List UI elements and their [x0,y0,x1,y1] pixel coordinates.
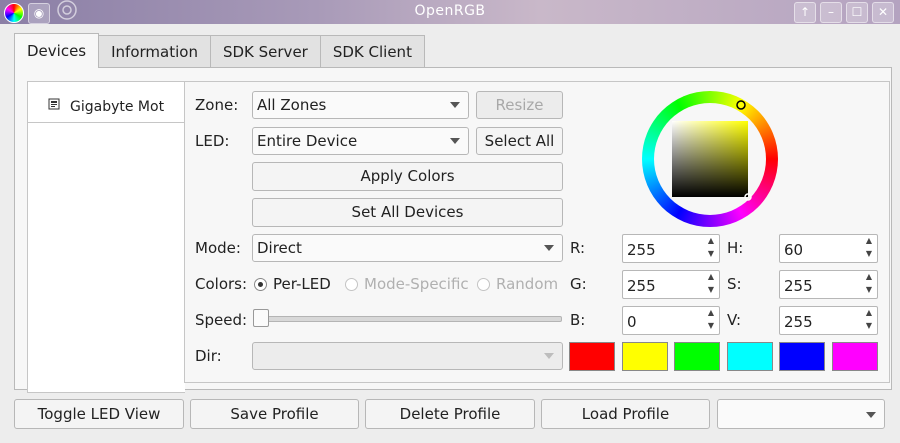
resize-button[interactable]: Resize [476,91,563,119]
color-wheel[interactable] [640,89,780,229]
chevron-down-icon [544,245,554,251]
spin-down-icon[interactable]: ▼ [704,285,718,297]
swatch-cyan[interactable] [726,342,773,371]
mode-value: Direct [257,239,302,257]
tab-sdk-client[interactable]: SDK Client [319,35,425,68]
spin-down-icon[interactable]: ▼ [862,321,876,333]
chevron-down-icon [544,353,554,359]
chevron-down-icon [450,102,460,108]
set-all-devices-button[interactable]: Set All Devices [252,198,563,227]
apply-colors-button[interactable]: Apply Colors [252,162,563,191]
spin-down-icon[interactable]: ▼ [862,285,876,297]
chevron-down-icon [866,412,876,418]
toggle-led-view-button[interactable]: Toggle LED View [14,399,184,429]
radio-label: Per-LED [273,275,331,293]
radio-indicator [345,277,358,291]
value-value: 255 [784,313,813,331]
blue-value: 0 [627,313,637,331]
speed-label: Speed: [195,311,248,329]
color-wheel-graphic [642,91,778,227]
save-profile-button[interactable]: Save Profile [190,399,359,429]
tab-information[interactable]: Information [98,35,211,68]
device-list: Gigabyte Mot [27,81,185,393]
swatch-blue[interactable] [779,342,826,371]
title-bar: ◉ OpenRGB ↑ – ☐ ✕ [0,0,900,24]
direction-combo[interactable] [252,342,563,370]
r-label: R: [570,239,586,257]
motherboard-icon [48,98,60,110]
red-spinbox[interactable]: 255 ▲ ▼ [622,234,720,263]
spin-up-icon[interactable]: ▲ [862,236,876,248]
radio-indicator [477,277,490,291]
keep-above-button[interactable]: ↑ [794,2,816,23]
mode-label: Mode: [195,239,241,257]
green-value: 255 [627,277,656,295]
device-controls: Zone: All Zones Resize LED: Entire Devic… [184,81,890,383]
spin-up-icon[interactable]: ▲ [862,272,876,284]
spin-up-icon[interactable]: ▲ [862,308,876,320]
radio-indicator [254,277,267,291]
profile-combo[interactable] [717,399,885,429]
speed-slider[interactable] [255,316,562,322]
chevron-down-icon [450,138,460,144]
spin-up-icon[interactable]: ▲ [704,236,718,248]
radio-random[interactable]: Random [477,275,558,293]
swatch-green[interactable] [674,342,721,371]
b-label: B: [570,311,586,329]
spin-up-icon[interactable]: ▲ [704,308,718,320]
load-profile-button[interactable]: Load Profile [541,399,710,429]
green-spinbox[interactable]: 255 ▲ ▼ [622,270,720,299]
zone-value: All Zones [257,96,327,114]
h-label: H: [727,239,744,257]
s-label: S: [727,275,742,293]
radio-per-led[interactable]: Per-LED [254,275,331,293]
v-label: V: [727,311,742,329]
dir-label: Dir: [195,347,222,365]
spin-down-icon[interactable]: ▼ [704,249,718,261]
led-value: Entire Device [257,132,358,150]
zone-label: Zone: [195,96,239,114]
led-label: LED: [195,132,230,150]
swatch-yellow[interactable] [621,342,668,371]
select-all-button[interactable]: Select All [476,127,563,155]
close-button[interactable]: ✕ [872,2,894,23]
radio-label: Mode-Specific [364,275,469,293]
maximize-button[interactable]: ☐ [846,2,868,23]
hue-value: 60 [784,241,804,259]
radio-mode-specific[interactable]: Mode-Specific [345,275,469,293]
devices-panel: Gigabyte Mot Zone: All Zones Resize LED:… [14,67,892,393]
window-title: OpenRGB [414,3,486,19]
swatch-magenta[interactable] [832,342,878,371]
device-item[interactable]: Gigabyte Mot [28,92,185,123]
radio-label: Random [496,275,559,293]
main-tabs: Devices Information SDK Server SDK Clien… [14,33,425,68]
speed-slider-handle[interactable] [253,309,269,327]
saturation-spinbox[interactable]: 255 ▲ ▼ [779,270,878,299]
hue-spinbox[interactable]: 60 ▲ ▼ [779,234,878,263]
minimize-button[interactable]: – [820,2,842,23]
delete-profile-button[interactable]: Delete Profile [365,399,535,429]
blue-spinbox[interactable]: 0 ▲ ▼ [622,306,720,335]
tab-devices[interactable]: Devices [14,33,100,68]
g-label: G: [570,275,587,293]
spin-up-icon[interactable]: ▲ [704,272,718,284]
value-spinbox[interactable]: 255 ▲ ▼ [779,306,878,335]
tab-sdk-server[interactable]: SDK Server [209,35,321,68]
spin-down-icon[interactable]: ▼ [704,321,718,333]
mode-combo[interactable]: Direct [252,234,563,262]
spin-down-icon[interactable]: ▼ [862,249,876,261]
zone-combo[interactable]: All Zones [252,91,469,119]
saturation-value: 255 [784,277,813,295]
led-combo[interactable]: Entire Device [252,127,469,155]
colors-label: Colors: [195,275,248,293]
device-name: Gigabyte Mot [70,99,165,115]
red-value: 255 [627,241,656,259]
swatch-red[interactable] [569,342,615,371]
